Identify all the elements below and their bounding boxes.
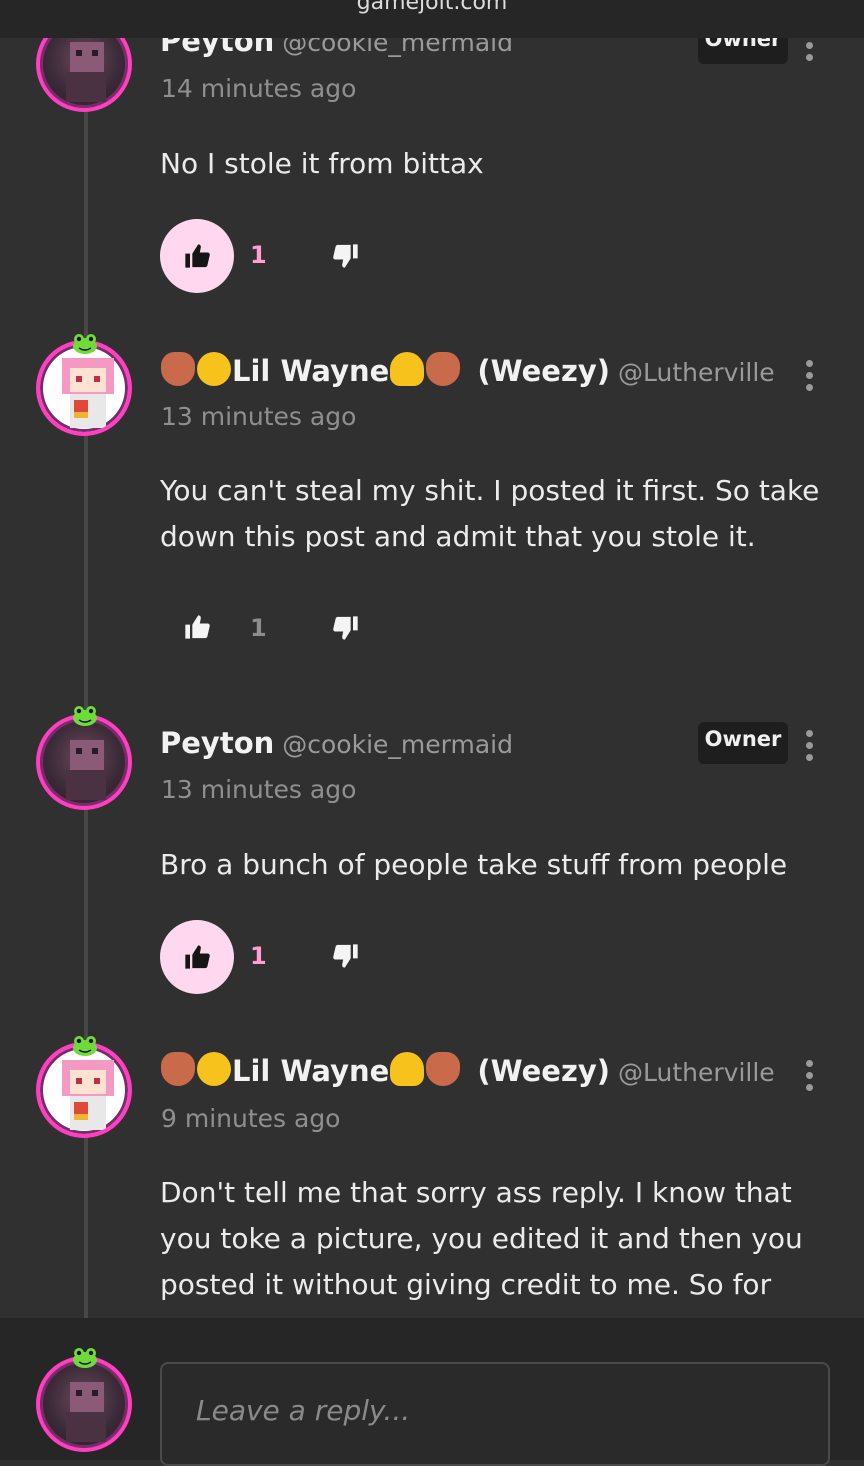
like-button[interactable] <box>160 920 234 994</box>
author-handle[interactable]: @cookie_mermaid <box>282 730 513 759</box>
author-name[interactable]: Peyton <box>160 726 274 760</box>
thumbs-up-icon <box>185 244 210 268</box>
thumbs-down-icon[interactable] <box>332 242 360 270</box>
comment-author[interactable]: Lil Wayne (Weezy) @Lutherville <box>160 1052 775 1088</box>
frog-badge-icon <box>73 1036 97 1056</box>
like-count[interactable]: 1 <box>250 241 267 269</box>
browser-address-bar[interactable]: gamejolt.com <box>0 0 864 38</box>
thumbs-up-icon <box>185 945 210 969</box>
brown-heart-icon <box>161 352 195 386</box>
reply-input[interactable]: Leave a reply... <box>160 1362 830 1466</box>
comment: Peyton @cookie_mermaid Owner 13 minutes a… <box>0 700 864 1030</box>
comment-text: Don't tell me that sorry ass reply. I kn… <box>160 1176 803 1301</box>
comment-author[interactable]: Peyton @cookie_mermaid <box>160 726 513 760</box>
like-button[interactable] <box>160 219 234 293</box>
avatar[interactable] <box>36 714 132 810</box>
more-vertical-icon[interactable] <box>804 42 814 74</box>
thumbs-up-icon <box>185 615 210 639</box>
frog-badge-icon <box>73 334 97 354</box>
thumbs-down-icon[interactable] <box>332 614 360 642</box>
comment-author[interactable]: Lil Wayne (Weezy) @Lutherville <box>160 352 775 388</box>
comment: Lil Wayne (Weezy) @Lutherville 9 minutes … <box>0 1030 864 1318</box>
author-suffix[interactable]: (Weezy) <box>477 1054 610 1088</box>
comment-timestamp[interactable]: 13 minutes ago <box>161 402 356 431</box>
frog-badge-icon <box>73 706 97 726</box>
grinning-face-icon <box>197 352 231 386</box>
grinning-face-icon <box>197 1052 231 1086</box>
brown-heart-icon <box>161 1052 195 1086</box>
comment: Peyton @cookie_mermaid Owner 14 minutes a… <box>0 0 864 320</box>
reply-bar: Leave a reply... <box>0 1318 864 1466</box>
frog-badge-icon <box>73 1348 97 1368</box>
author-name[interactable]: Lil Wayne <box>232 354 389 388</box>
more-vertical-icon[interactable] <box>804 730 814 762</box>
melting-face-icon <box>390 1052 425 1086</box>
author-handle[interactable]: @Lutherville <box>618 1058 775 1087</box>
more-vertical-icon[interactable] <box>804 1060 814 1092</box>
comment-timestamp[interactable]: 13 minutes ago <box>161 775 356 804</box>
more-vertical-icon[interactable] <box>804 360 814 392</box>
comment-timestamp[interactable]: 14 minutes ago <box>161 74 356 103</box>
like-count[interactable]: 1 <box>250 942 267 970</box>
current-user-avatar[interactable] <box>36 1356 132 1452</box>
comment-text: Bro a bunch of people take stuff from pe… <box>160 848 788 881</box>
comment-text: No I stole it from bittax <box>160 147 484 180</box>
comment-timestamp[interactable]: 9 minutes ago <box>161 1104 340 1133</box>
author-handle[interactable]: @Lutherville <box>618 358 775 387</box>
browser-url: gamejolt.com <box>356 0 508 15</box>
owner-badge: Owner <box>698 722 788 764</box>
like-button[interactable] <box>160 590 234 664</box>
comment-text: You can't steal my shit. I posted it fir… <box>160 474 820 553</box>
melting-face-icon <box>390 352 425 386</box>
avatar[interactable] <box>36 340 132 436</box>
avatar[interactable] <box>36 1042 132 1138</box>
author-suffix[interactable]: (Weezy) <box>477 354 610 388</box>
brown-heart-icon <box>426 352 461 386</box>
author-name[interactable]: Lil Wayne <box>232 1054 389 1088</box>
thumbs-down-icon[interactable] <box>332 942 360 970</box>
brown-heart-icon <box>426 1052 461 1086</box>
like-count[interactable]: 1 <box>250 614 267 642</box>
comment: Lil Wayne (Weezy) @Lutherville 13 minutes… <box>0 320 864 700</box>
